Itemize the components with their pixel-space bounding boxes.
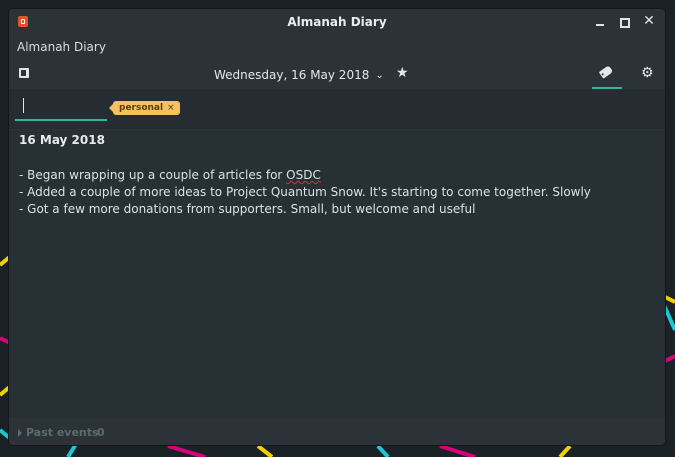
toolbar: Wednesday, 16 May 2018 ⌄ ★ ⚙ bbox=[9, 61, 665, 89]
tag-bar: personal × bbox=[9, 89, 665, 129]
maximize-icon bbox=[620, 18, 630, 28]
entry-line: - Added a couple of more ideas to Projec… bbox=[19, 184, 591, 201]
misspelled-word: OSDC bbox=[286, 168, 321, 182]
close-icon: ✕ bbox=[643, 13, 655, 29]
tag-input[interactable] bbox=[15, 95, 107, 121]
entry-body: - Began wrapping up a couple of articles… bbox=[19, 167, 591, 218]
close-button[interactable]: ✕ bbox=[641, 13, 657, 30]
entry-editor[interactable]: 16 May 2018 - Began wrapping up a couple… bbox=[9, 130, 665, 417]
entry-date-heading: 16 May 2018 bbox=[19, 133, 105, 147]
past-events-count: 0 bbox=[97, 426, 105, 439]
past-events-expander[interactable]: Past events 0 bbox=[9, 423, 665, 445]
entry-line: - Began wrapping up a couple of articles… bbox=[19, 167, 591, 184]
date-selector-button[interactable]: Wednesday, 16 May 2018 ⌄ bbox=[214, 66, 384, 84]
tag-chip-personal[interactable]: personal × bbox=[109, 101, 180, 115]
title-bar[interactable]: Almanah Diary ✕ bbox=[9, 9, 665, 35]
maximize-button[interactable] bbox=[616, 14, 632, 30]
tags-icon bbox=[598, 65, 614, 79]
window-title: Almanah Diary bbox=[287, 15, 387, 29]
tags-toggle-button[interactable] bbox=[592, 63, 622, 89]
diary-window: Almanah Diary ✕ Almanah Diary Wednesday,… bbox=[9, 9, 665, 445]
tag-chip-label: personal bbox=[119, 103, 164, 113]
edit-entry-icon[interactable] bbox=[19, 68, 29, 78]
entry-text: - Began wrapping up a couple of articles… bbox=[19, 168, 287, 182]
date-label: Wednesday, 16 May 2018 bbox=[214, 68, 370, 82]
minimize-button[interactable] bbox=[592, 14, 608, 30]
app-menu[interactable]: Almanah Diary bbox=[17, 40, 106, 54]
entry-line: - Got a few more donations from supporte… bbox=[19, 201, 591, 218]
remove-tag-icon[interactable]: × bbox=[167, 103, 175, 113]
entry-text: - Added a couple of more ideas to Projec… bbox=[19, 185, 591, 199]
chevron-down-icon: ⌄ bbox=[375, 69, 384, 81]
past-events-label: Past events bbox=[26, 426, 99, 439]
star-icon[interactable]: ★ bbox=[396, 65, 409, 81]
entry-text: - Got a few more donations from supporte… bbox=[19, 202, 476, 216]
gear-icon[interactable]: ⚙ bbox=[641, 65, 654, 81]
minimize-icon bbox=[596, 24, 604, 26]
text-cursor bbox=[23, 98, 24, 113]
expander-arrow-icon bbox=[18, 429, 22, 437]
